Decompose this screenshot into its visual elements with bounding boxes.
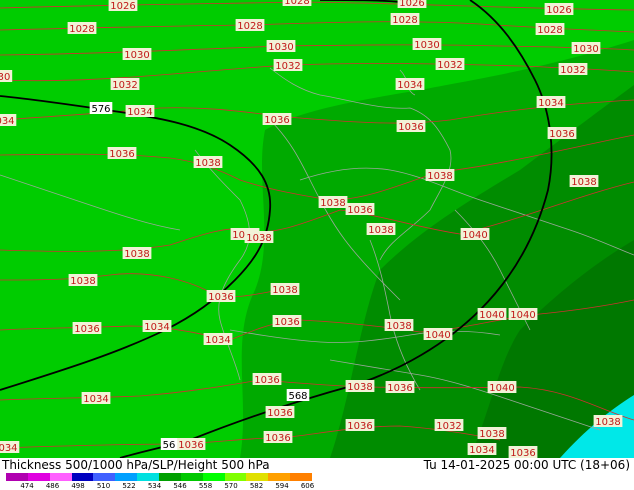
isobar-label: 1040 (479, 310, 504, 321)
scale-swatch (246, 473, 269, 481)
scale-tick-label: 522 (122, 482, 136, 490)
isobar-label: 1040 (489, 383, 514, 394)
isobar-label: 1030 (573, 44, 598, 55)
isobar-label: 1034 (144, 322, 169, 333)
isobar-label: 1038 (479, 429, 504, 440)
isobar-label: 1028 (69, 24, 94, 35)
scale-swatch (27, 473, 50, 481)
scale-tick-label: 606 (300, 482, 315, 490)
isobar-label: 1036 (387, 383, 412, 394)
scale-swatch (268, 473, 291, 481)
scale-tick-label: 582 (249, 482, 264, 490)
isobar-label: 1032 (436, 421, 461, 432)
height-label: 576 (91, 104, 110, 115)
scale-swatch (49, 473, 72, 481)
isobar-label: 1036 (347, 421, 372, 432)
isobar-label: 1038 (571, 177, 596, 188)
isobar-label: 1036 (178, 440, 203, 451)
isobar-label: 1038 (320, 198, 345, 209)
isobar-label: 1026 (399, 0, 424, 9)
scale-tick-label: 474 (20, 482, 34, 490)
isobar-label: 1038 (70, 276, 95, 287)
scale-tick-label: 570 (224, 482, 238, 490)
isobar-label: 1030 (414, 40, 439, 51)
valid-time: Tu 14-01-2025 00:00 UTC (18+06) (423, 458, 630, 472)
height-label: 56 (163, 440, 176, 451)
isobar-label: 1028 (537, 25, 562, 36)
map-footer: Thickness 500/1000 hPa/SLP/Height 500 hP… (0, 458, 634, 490)
height-label: 568 (288, 391, 307, 402)
isobar-label: 1030 (268, 42, 293, 53)
scale-swatch (6, 473, 28, 481)
isobar-label: 1038 (246, 233, 271, 244)
isobar-label: 1034 (205, 335, 230, 346)
scale-swatch (224, 473, 247, 481)
map-title: Thickness 500/1000 hPa/SLP/Height 500 hP… (2, 458, 270, 472)
isobar-label: 30 (0, 72, 10, 83)
weather-map: 1026 1028 1026 1026 1028 1028 1028 1028 1030 1030… (0, 0, 634, 458)
isobar-label: 1030 (124, 50, 149, 61)
isobar-label: 1036 (398, 122, 423, 133)
isobar-label: 1036 (267, 408, 292, 419)
isobar-label: 1032 (437, 60, 462, 71)
isobar-label: 1034 (127, 107, 152, 118)
isobar-label: 1038 (272, 285, 297, 296)
scale-swatch (71, 473, 94, 481)
isobar-label: 1038 (195, 158, 220, 169)
isobar-label: 1026 (110, 1, 135, 12)
isobar-label: 1036 (74, 324, 99, 335)
isobar-label: 1028 (392, 15, 417, 26)
isobar-label: 1038 (124, 249, 149, 260)
isobar-label: 1036 (254, 375, 279, 386)
scale-swatch (290, 473, 312, 481)
isobar-label: 1040 (425, 330, 450, 341)
scale-tick-label: 510 (96, 482, 111, 490)
thickness-color-scale (6, 473, 312, 481)
isobar-label: 1036 (109, 149, 134, 160)
scale-tick-label: 498 (71, 482, 85, 490)
isobar-label: 1036 (264, 115, 289, 126)
isobar-label: 1038 (368, 225, 393, 236)
isobar-label: 1032 (560, 65, 585, 76)
isobar-label: 1034 (469, 445, 494, 456)
isobar-label: 1036 (347, 205, 372, 216)
scale-swatch (159, 473, 181, 481)
scale-swatch (115, 473, 138, 481)
isobar-label: 1040 (462, 230, 487, 241)
isobar-label: 1032 (275, 61, 300, 72)
scale-swatch (202, 473, 225, 481)
isobar-label: 1040 (510, 310, 535, 321)
isobar-label: 1038 (595, 417, 620, 428)
isobar-label: 1028 (284, 0, 309, 7)
isobar-label: 1036 (208, 292, 233, 303)
thickness-scale-labels: 474 486 498 510 522 534 546 558 570 582 594 606 (0, 482, 330, 490)
scale-tick-label: 486 (45, 482, 60, 490)
isobar-label: 1026 (546, 5, 571, 16)
isobar-label: 1032 (112, 80, 137, 91)
isobar-label: 1034 (397, 80, 422, 91)
scale-swatch (93, 473, 116, 481)
isobar-label: 1036 (274, 317, 299, 328)
scale-tick-label: 546 (173, 482, 187, 490)
isobar-label: 1034 (538, 98, 563, 109)
scale-swatch (180, 473, 203, 481)
scale-tick-label: 558 (198, 482, 213, 490)
isobar-label: 1036 (510, 448, 535, 458)
scale-tick-label: 534 (147, 482, 162, 490)
isobar-label: 1036 (549, 129, 574, 140)
isobar-label: 1038 (427, 171, 452, 182)
isobar-label: 1028 (237, 21, 262, 32)
scale-tick-label: 594 (275, 482, 289, 490)
isobar-label: 1036 (265, 433, 290, 444)
scale-swatch (137, 473, 159, 481)
isobar-label: 1038 (347, 382, 372, 393)
isobar-label: 1034 (83, 394, 108, 405)
isobar-label: 034 (0, 443, 18, 454)
isobar-label: 034 (0, 116, 15, 127)
isobar-label: 1038 (386, 321, 411, 332)
